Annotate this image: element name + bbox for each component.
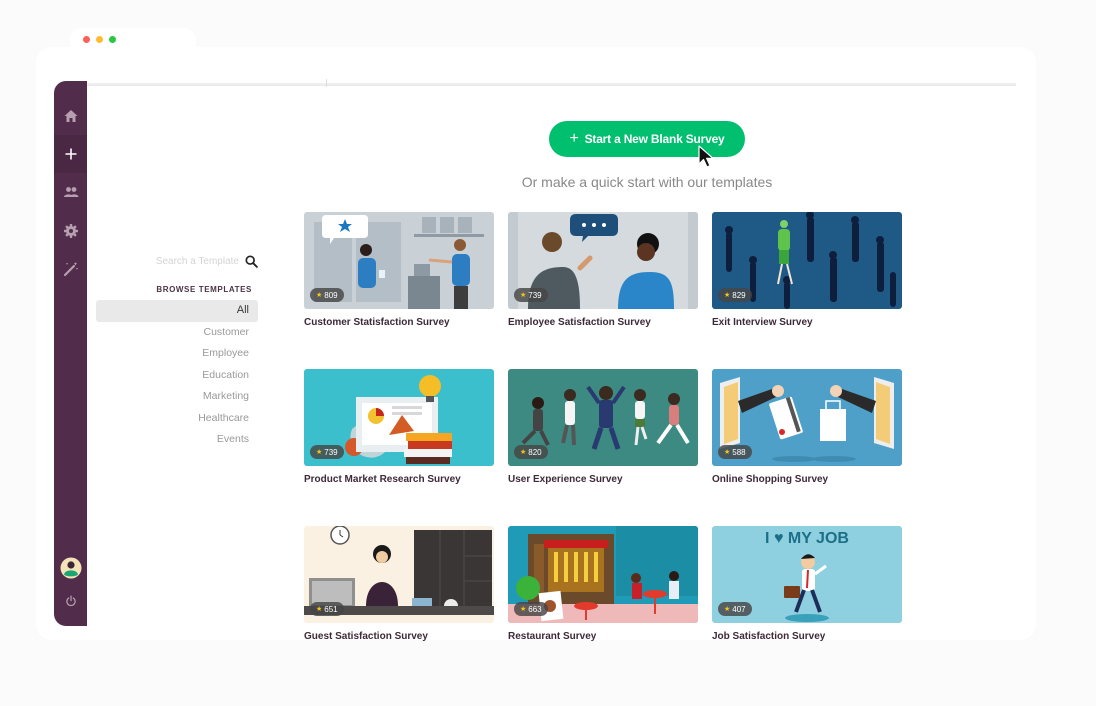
template-thumbnail: ★ 651 [304, 526, 494, 623]
template-card-shopping[interactable]: ★ 588 Online Shopping Survey [712, 369, 902, 485]
star-icon: ★ [520, 449, 527, 456]
template-thumbnail: ★ 739 [304, 369, 494, 466]
template-title: User Experience Survey [508, 474, 623, 485]
category-events[interactable]: Events [96, 429, 258, 451]
plus-icon: + [569, 130, 579, 147]
category-marketing[interactable]: Marketing [96, 386, 258, 408]
star-icon: ★ [520, 292, 527, 299]
sidebar-item-magic[interactable] [54, 250, 87, 288]
header-separator [326, 79, 327, 87]
star-icon: ★ [724, 606, 731, 613]
app-stage: BROWSE TEMPLATES All Customer Employee E… [0, 0, 1096, 706]
star-icon: ★ [724, 292, 731, 299]
rating-badge: ★ 663 [514, 602, 548, 616]
mouse-cursor-icon [698, 145, 714, 168]
category-healthcare[interactable]: Healthcare [96, 408, 258, 430]
template-title: Restaurant Survey [508, 631, 597, 642]
templates-subtitle: Or make a quick start with our templates [521, 174, 773, 190]
template-card-job[interactable]: I ♥ MY JOB ★ 407 Job Satisfaction Survey [712, 526, 902, 642]
template-card-restaurant[interactable]: ★ 663 Restaurant Survey [508, 526, 698, 642]
banner-text: I ♥ MY JOB [765, 530, 849, 547]
sidebar [54, 81, 87, 626]
category-list: All Customer Employee Education Marketin… [96, 300, 258, 451]
template-title: Job Satisfaction Survey [712, 631, 826, 642]
category-all[interactable]: All [96, 300, 258, 322]
rating-badge: ★ 829 [718, 288, 752, 302]
template-card-market[interactable]: ★ 739 Product Market Research Survey [304, 369, 494, 485]
template-thumbnail: ★ 809 [304, 212, 494, 309]
plus-icon [65, 148, 76, 160]
template-title: Product Market Research Survey [304, 474, 461, 485]
star-icon: ★ [316, 449, 323, 456]
template-card-employee[interactable]: ★ 739 Employee Satisfaction Survey [508, 212, 698, 328]
search-input[interactable] [144, 255, 239, 267]
rating-badge: ★ 739 [310, 445, 344, 459]
template-thumbnail: ★ 820 [508, 369, 698, 466]
rating-badge: ★ 588 [718, 445, 752, 459]
template-title: Exit Interview Survey [712, 317, 813, 328]
rating-badge: ★ 651 [310, 602, 344, 616]
magic-wand-icon [63, 262, 78, 277]
star-icon: ★ [520, 606, 527, 613]
template-title: Guest Satisfaction Survey [304, 631, 428, 642]
template-card-customer[interactable]: ★ 809 Customer Statisfaction Survey [304, 212, 494, 328]
sidebar-item-users[interactable] [54, 173, 87, 211]
category-employee[interactable]: Employee [96, 343, 258, 365]
search-icon[interactable] [245, 254, 258, 268]
browse-templates-heading: BROWSE TEMPLATES [156, 285, 252, 294]
rating-badge: ★ 809 [310, 288, 344, 302]
sidebar-item-create[interactable] [54, 135, 87, 173]
template-thumbnail: ★ 739 [508, 212, 698, 309]
star-icon: ★ [316, 606, 323, 613]
power-icon [65, 595, 76, 607]
star-icon: ★ [724, 449, 731, 456]
sidebar-item-home[interactable] [54, 97, 87, 135]
header-divider [87, 83, 1016, 86]
template-thumbnail: ★ 663 [508, 526, 698, 623]
sidebar-item-logout[interactable] [54, 582, 87, 620]
template-card-ux[interactable]: ★ 820 User Experience Survey [508, 369, 698, 485]
template-thumbnail: I ♥ MY JOB ★ 407 [712, 526, 902, 623]
minimize-window-button[interactable] [96, 36, 103, 43]
rating-badge: ★ 407 [718, 602, 752, 616]
template-thumbnail: ★ 829 [712, 212, 902, 309]
template-card-guest[interactable]: ★ 651 Guest Satisfaction Survey [304, 526, 494, 642]
category-education[interactable]: Education [96, 365, 258, 387]
template-thumbnail: ★ 588 [712, 369, 902, 466]
star-icon: ★ [316, 292, 323, 299]
home-icon [64, 110, 77, 122]
rating-badge: ★ 739 [514, 288, 548, 302]
gear-icon [63, 224, 78, 238]
users-icon [63, 187, 78, 197]
close-window-button[interactable] [83, 36, 90, 43]
template-search [140, 252, 258, 270]
maximize-window-button[interactable] [109, 36, 116, 43]
window-controls [83, 36, 116, 43]
template-grid: ★ 809 Customer Statisfaction Survey ★ 73… [304, 212, 902, 642]
template-title: Customer Statisfaction Survey [304, 317, 450, 328]
rating-badge: ★ 820 [514, 445, 548, 459]
category-customer[interactable]: Customer [96, 322, 258, 344]
avatar-icon [60, 557, 81, 579]
template-title: Employee Satisfaction Survey [508, 317, 651, 328]
sidebar-item-settings[interactable] [54, 212, 87, 250]
template-card-exit[interactable]: ★ 829 Exit Interview Survey [712, 212, 902, 328]
template-title: Online Shopping Survey [712, 474, 829, 485]
